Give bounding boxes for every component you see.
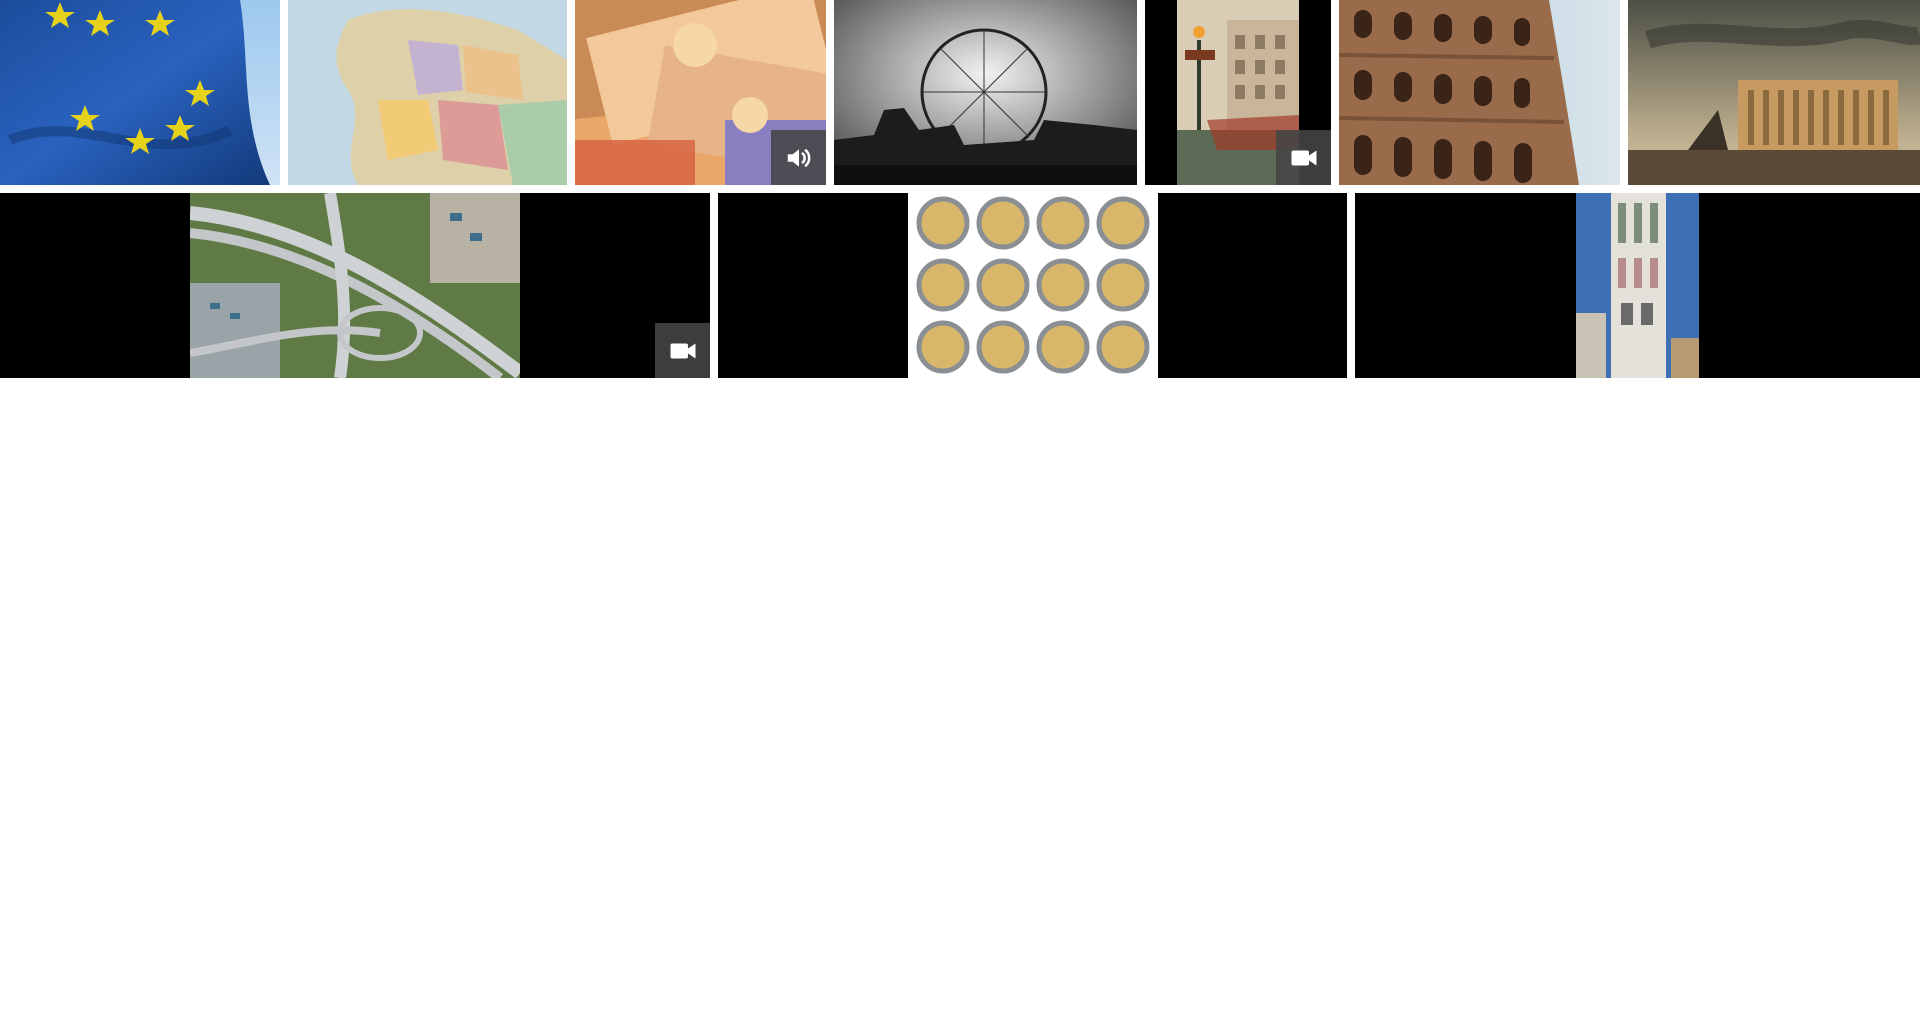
video-camera-icon [670, 343, 695, 358]
gallery-tile-vittoriano[interactable] [1628, 0, 1920, 185]
video-badge [655, 323, 710, 378]
florence-bell-tower-image [1576, 193, 1699, 378]
gallery-tile-euro-coins[interactable] [718, 193, 1347, 378]
gallery-tile-paris-metro[interactable] [1145, 0, 1331, 185]
euro-coins-image [908, 193, 1158, 378]
london-eye-image [834, 0, 1137, 185]
gallery-tile-london-eye[interactable] [834, 0, 1137, 185]
gallery-tile-euro-banknotes[interactable] [575, 0, 826, 185]
highway-interchange-image [190, 193, 520, 378]
gallery-tile-florence-bell-tower[interactable] [1355, 193, 1920, 378]
video-badge [1276, 130, 1331, 185]
gallery-tile-colosseum[interactable] [1339, 0, 1620, 185]
audio-badge [771, 130, 826, 185]
highway-interchange-frame [190, 193, 520, 378]
gallery-tile-eu-flag[interactable] [0, 0, 280, 185]
eu-flag-image [0, 0, 280, 185]
florence-bell-tower-frame [1576, 193, 1699, 378]
colosseum-image [1339, 0, 1620, 185]
vittoriano-image [1628, 0, 1920, 185]
video-camera-icon [1291, 150, 1316, 165]
gallery-tile-europe-map[interactable] [288, 0, 567, 185]
speaker-icon [787, 148, 810, 167]
euro-coins-frame [908, 193, 1158, 378]
europe-map-image [288, 0, 567, 185]
gallery-tile-highway-interchange[interactable] [0, 193, 710, 378]
